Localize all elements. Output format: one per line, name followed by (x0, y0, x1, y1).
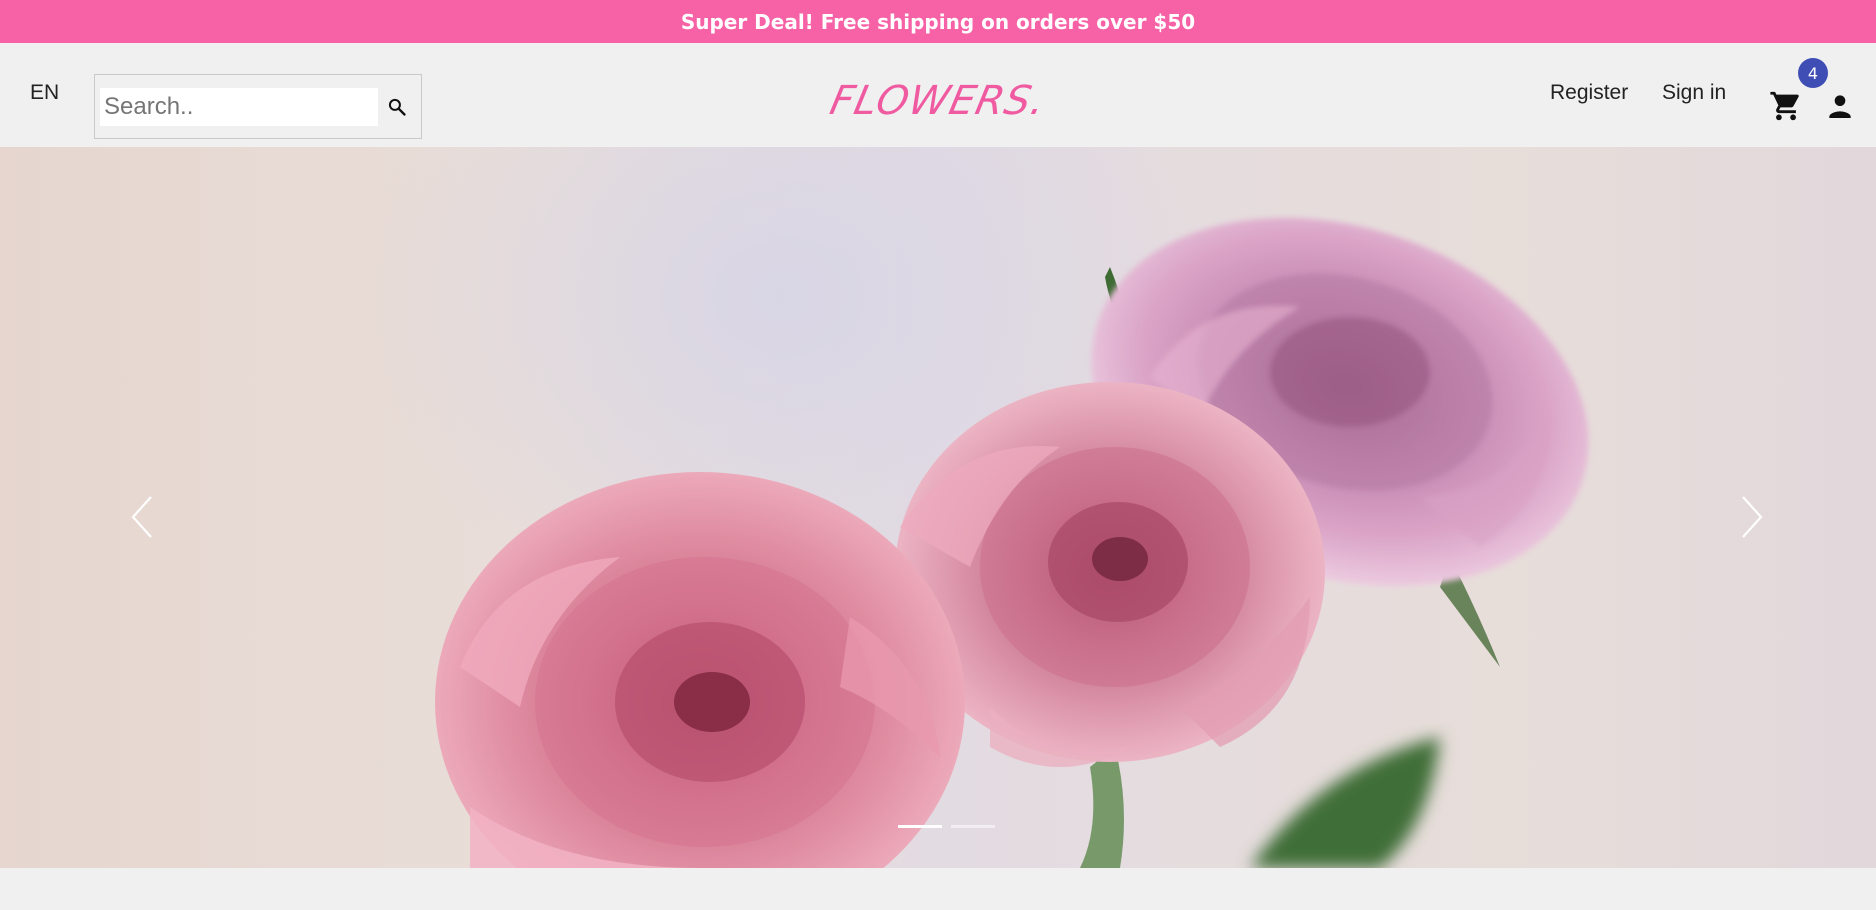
navbar: EN FLOWERS. Register Sign in 4 (0, 43, 1876, 147)
search-icon[interactable] (378, 88, 416, 126)
search-input[interactable] (100, 87, 378, 126)
hero-carousel (0, 147, 1876, 868)
search-container (94, 74, 422, 139)
shopping-cart-icon[interactable] (1769, 89, 1803, 123)
cart-count-badge: 4 (1798, 58, 1828, 88)
carousel-indicator-2[interactable] (951, 825, 995, 828)
announcement-text: Super Deal! Free shipping on orders over… (680, 9, 1196, 34)
roses-image (435, 217, 1589, 868)
carousel-indicator-1[interactable] (898, 825, 942, 828)
register-link[interactable]: Register (1550, 81, 1628, 105)
announcement-bar: Super Deal! Free shipping on orders over… (0, 0, 1876, 43)
logo[interactable]: FLOWERS. (826, 78, 1050, 124)
chevron-left-icon[interactable] (122, 487, 162, 547)
carousel-indicators (898, 825, 995, 828)
sign-in-link[interactable]: Sign in (1662, 81, 1726, 105)
chevron-right-icon[interactable] (1732, 487, 1772, 547)
user-icon[interactable] (1824, 90, 1856, 122)
language-selector[interactable]: EN (30, 81, 59, 105)
